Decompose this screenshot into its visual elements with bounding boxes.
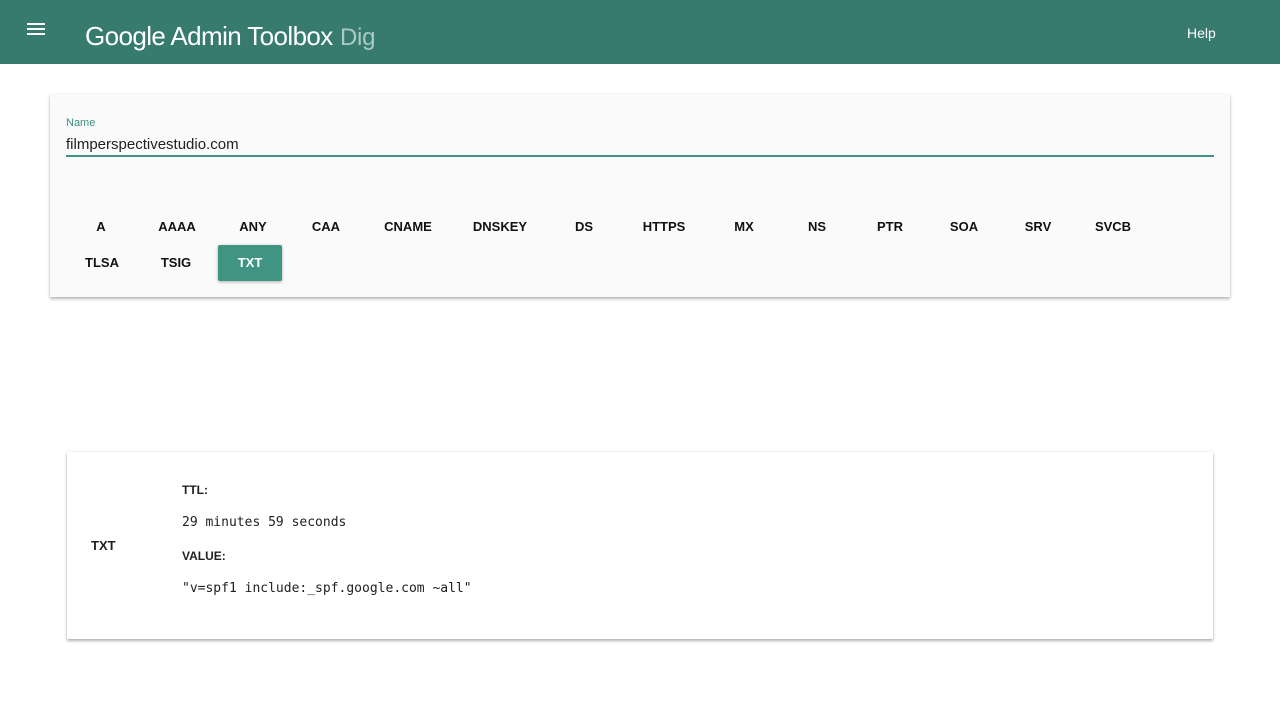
ttl-label: TTL: xyxy=(182,483,208,497)
type-button-svcb[interactable]: SVCB xyxy=(1084,209,1142,245)
hamburger-menu-icon xyxy=(22,18,50,42)
value-label: VALUE: xyxy=(182,549,226,563)
type-button-caa[interactable]: CAA xyxy=(300,209,352,245)
type-button-srv[interactable]: SRV xyxy=(1012,209,1064,245)
type-button-a[interactable]: A xyxy=(84,209,118,245)
type-button-cname[interactable]: CNAME xyxy=(372,209,444,245)
type-button-txt[interactable]: TXT xyxy=(218,245,282,281)
app-title: Google Admin Toolbox xyxy=(85,21,333,51)
help-link[interactable]: Help xyxy=(1187,25,1216,41)
type-button-aaaa[interactable]: AAAA xyxy=(148,209,206,245)
result-record-type: TXT xyxy=(91,538,116,553)
type-button-mx[interactable]: MX xyxy=(718,209,770,245)
ttl-value: 29 minutes 59 seconds xyxy=(182,515,347,530)
name-input[interactable] xyxy=(66,133,1214,157)
type-button-any[interactable]: ANY xyxy=(226,209,280,245)
type-button-ds[interactable]: DS xyxy=(558,209,610,245)
type-button-soa[interactable]: SOA xyxy=(938,209,990,245)
type-button-tlsa[interactable]: TLSA xyxy=(74,245,130,281)
type-button-ptr[interactable]: PTR xyxy=(864,209,916,245)
type-button-tsig[interactable]: TSIG xyxy=(148,245,204,281)
type-button-ns[interactable]: NS xyxy=(791,209,843,245)
type-button-dnskey[interactable]: DNSKEY xyxy=(464,209,536,245)
tool-name: Dig xyxy=(340,24,376,51)
result-card: TXT TTL: 29 minutes 59 seconds VALUE: "v… xyxy=(67,452,1213,639)
menu-button[interactable] xyxy=(22,18,50,42)
name-field-label: Name xyxy=(66,117,96,129)
top-app-bar: Google Admin Toolbox Dig Help xyxy=(0,0,1280,64)
record-value: "v=spf1 include:_spf.google.com ~all" xyxy=(182,581,472,596)
query-card: Name A AAAA ANY CAA CNAME DNSKEY DS HTTP… xyxy=(50,94,1230,297)
type-button-https[interactable]: HTTPS xyxy=(630,209,698,245)
